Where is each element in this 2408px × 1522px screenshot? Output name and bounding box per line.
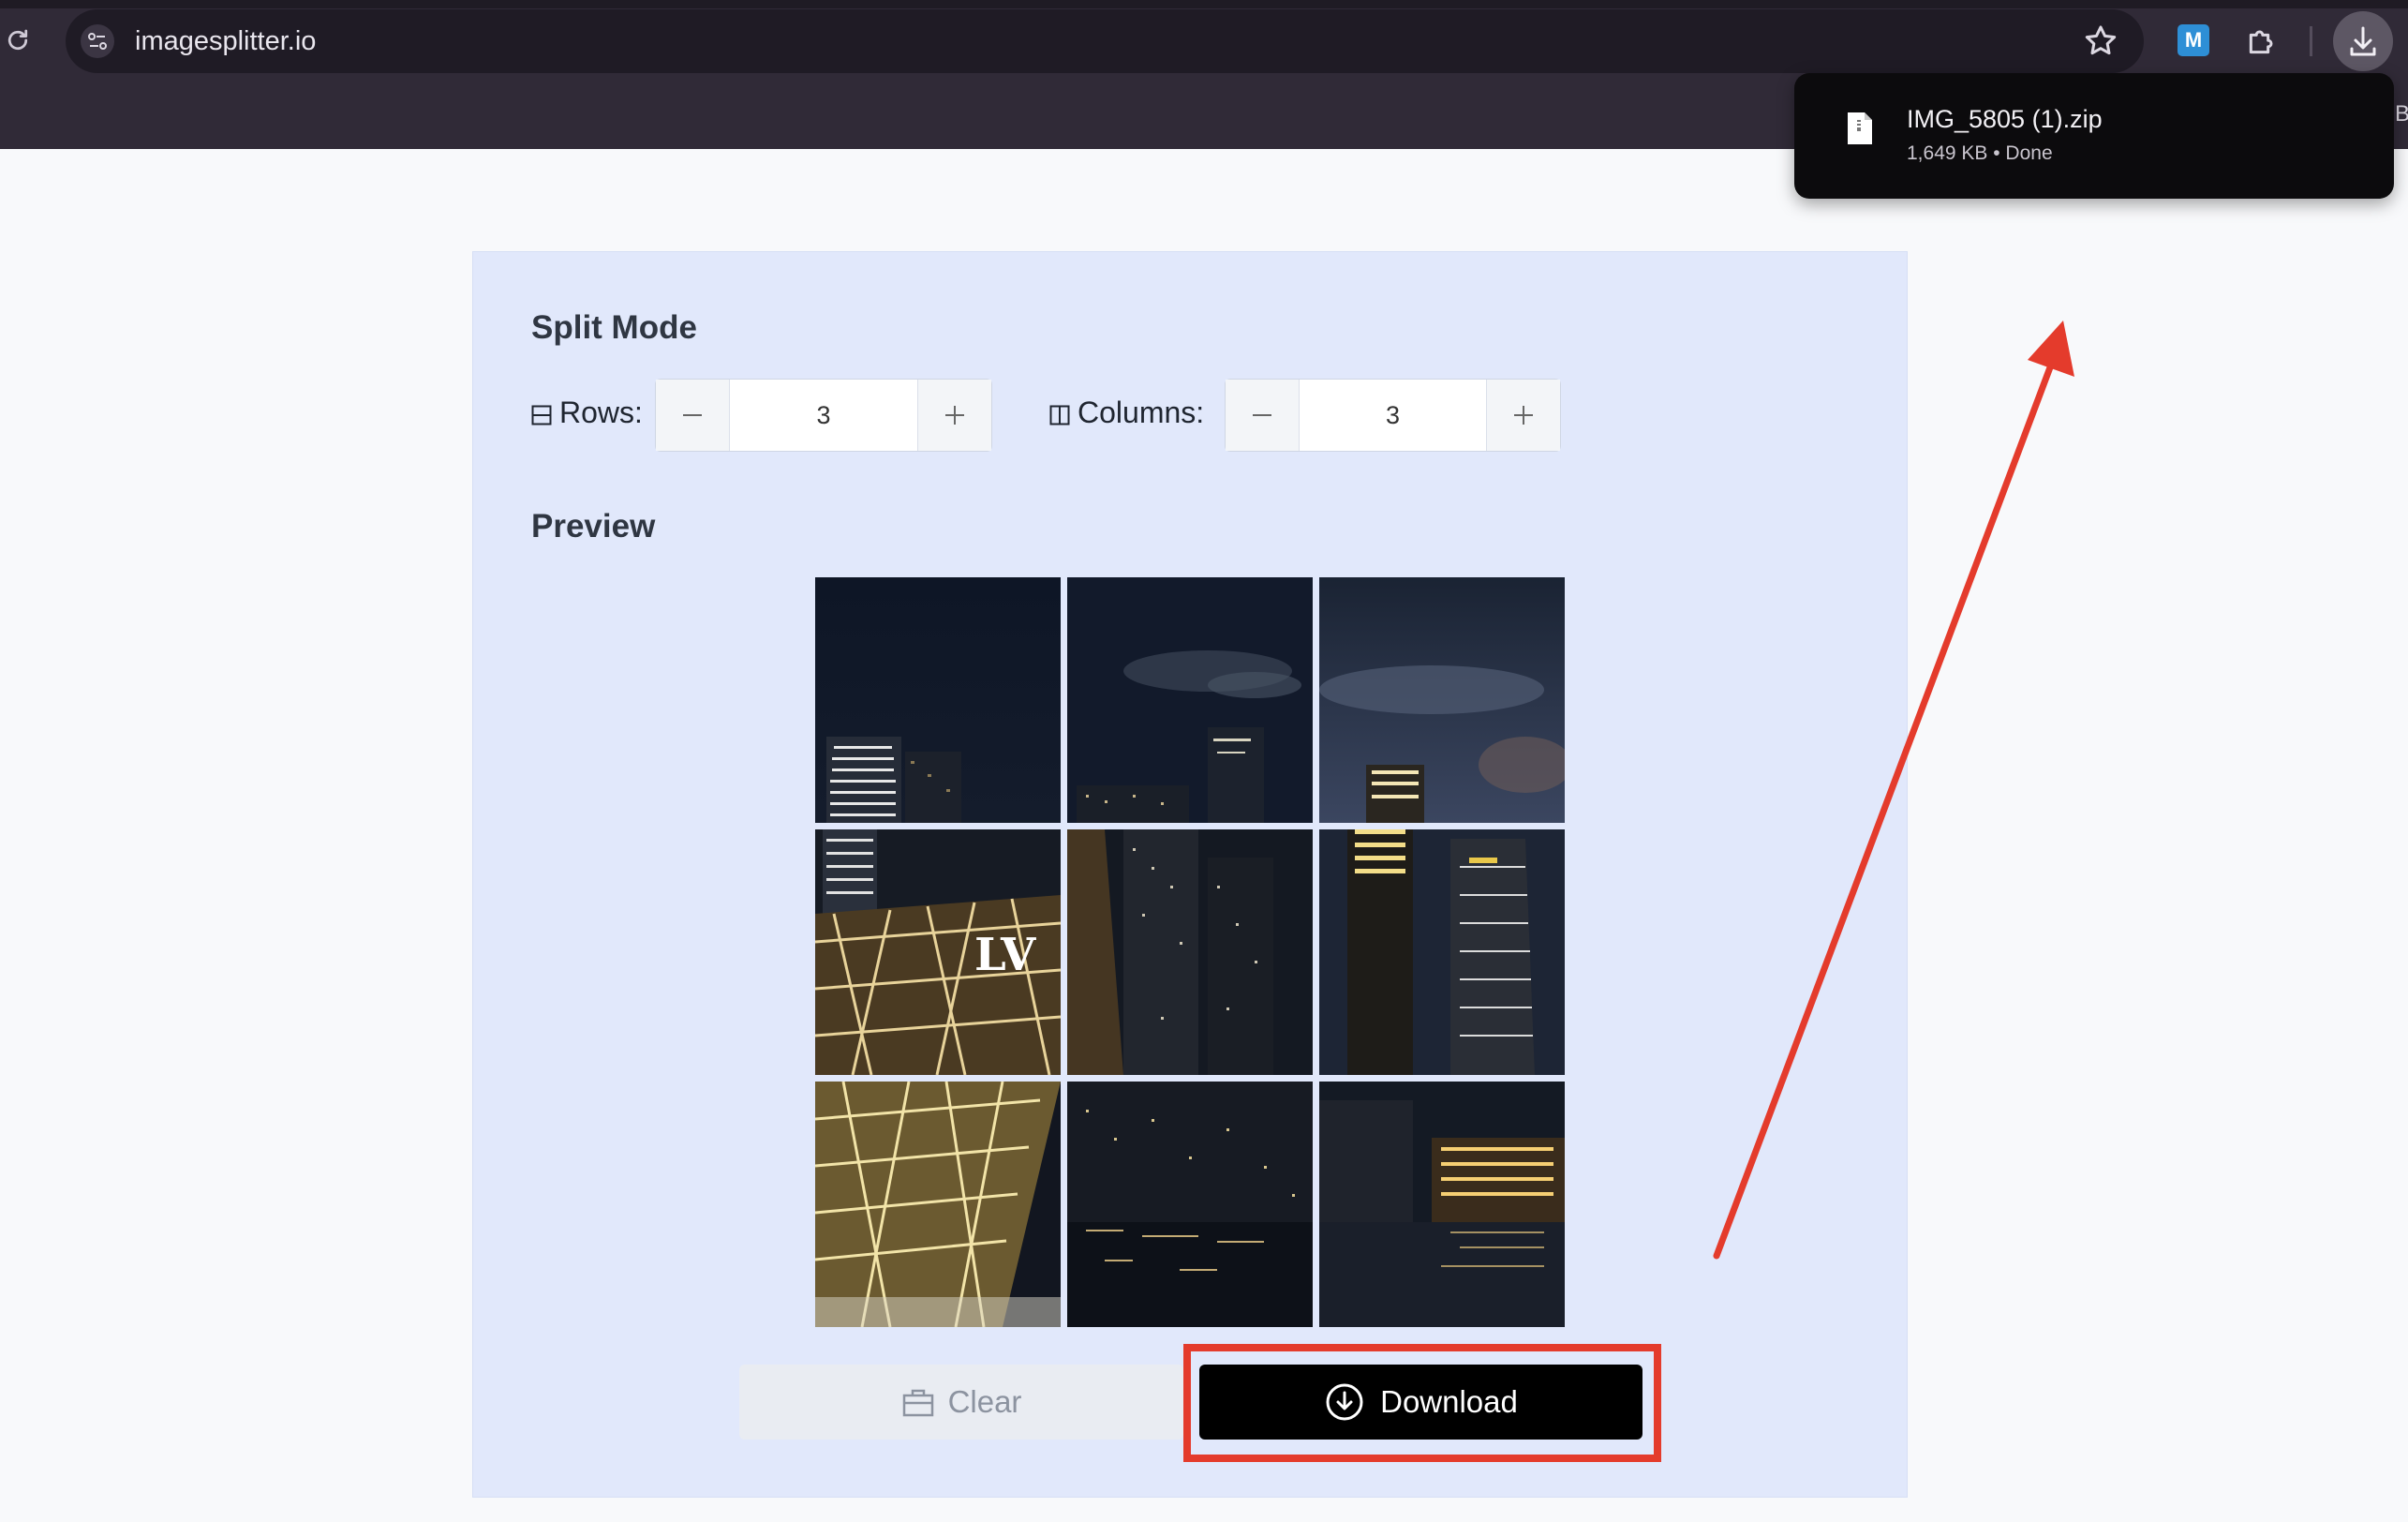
rows-label: Rows: bbox=[559, 395, 643, 429]
rows-increment-button[interactable] bbox=[917, 380, 991, 451]
preview-grid: LV bbox=[815, 577, 1565, 1327]
preview-tile bbox=[815, 577, 1061, 823]
rows-stepper[interactable]: 3 bbox=[655, 379, 992, 452]
downloads-icon[interactable] bbox=[2333, 11, 2393, 71]
minus-icon bbox=[683, 414, 702, 416]
bookmark-star-icon[interactable] bbox=[2082, 22, 2119, 60]
download-meta: 1,649 KB • Done bbox=[1907, 142, 2053, 164]
preview-tile bbox=[1319, 829, 1565, 1075]
toolbar-divider bbox=[2310, 26, 2312, 56]
rows-decrement-button[interactable] bbox=[656, 380, 730, 451]
columns-label-group: Columns: bbox=[1049, 395, 1204, 430]
preview-tile bbox=[815, 1082, 1061, 1327]
toolbar-edge-text: B bbox=[2395, 101, 2408, 127]
preview-tile bbox=[1067, 577, 1313, 823]
clear-button[interactable]: Clear bbox=[739, 1365, 1183, 1440]
download-popup[interactable]: IMG_5805 (1).zip 1,649 KB • Done bbox=[1794, 73, 2394, 199]
preview-tile bbox=[1319, 1082, 1565, 1327]
minus-icon bbox=[1253, 414, 1271, 416]
plus-icon bbox=[945, 406, 964, 425]
site-settings-icon[interactable] bbox=[81, 24, 114, 58]
svg-text:LV: LV bbox=[974, 929, 1036, 981]
download-filename[interactable]: IMG_5805 (1).zip bbox=[1907, 105, 2103, 134]
cloud-download-icon bbox=[1326, 1383, 1363, 1421]
download-label: Download bbox=[1380, 1384, 1518, 1419]
preview-title: Preview bbox=[531, 508, 656, 545]
split-mode-title: Split Mode bbox=[531, 309, 697, 346]
columns-increment-button[interactable] bbox=[1486, 380, 1560, 451]
extensions-puzzle-icon[interactable] bbox=[2243, 22, 2281, 60]
preview-tile bbox=[1319, 577, 1565, 823]
columns-decrement-button[interactable] bbox=[1226, 380, 1300, 451]
rows-icon bbox=[531, 405, 552, 425]
clear-label: Clear bbox=[947, 1384, 1022, 1419]
columns-stepper[interactable]: 3 bbox=[1225, 379, 1561, 452]
download-button[interactable]: Download bbox=[1199, 1365, 1642, 1440]
columns-value[interactable]: 3 bbox=[1300, 380, 1486, 451]
url-text[interactable]: imagesplitter.io bbox=[135, 22, 316, 60]
extension-m-icon[interactable]: M bbox=[2178, 24, 2209, 56]
reload-icon[interactable] bbox=[4, 26, 32, 54]
preview-tile: LV bbox=[815, 829, 1061, 1075]
plus-icon bbox=[1514, 406, 1533, 425]
preview-tile bbox=[1067, 829, 1313, 1075]
tab-strip bbox=[0, 0, 2408, 8]
briefcase-icon bbox=[902, 1389, 933, 1417]
rows-label-group: Rows: bbox=[531, 395, 643, 430]
columns-icon bbox=[1049, 405, 1070, 425]
preview-tile bbox=[1067, 1082, 1313, 1327]
columns-label: Columns: bbox=[1078, 395, 1205, 429]
address-bar[interactable] bbox=[66, 9, 2144, 73]
file-icon bbox=[1848, 112, 1872, 144]
rows-value[interactable]: 3 bbox=[730, 380, 917, 451]
